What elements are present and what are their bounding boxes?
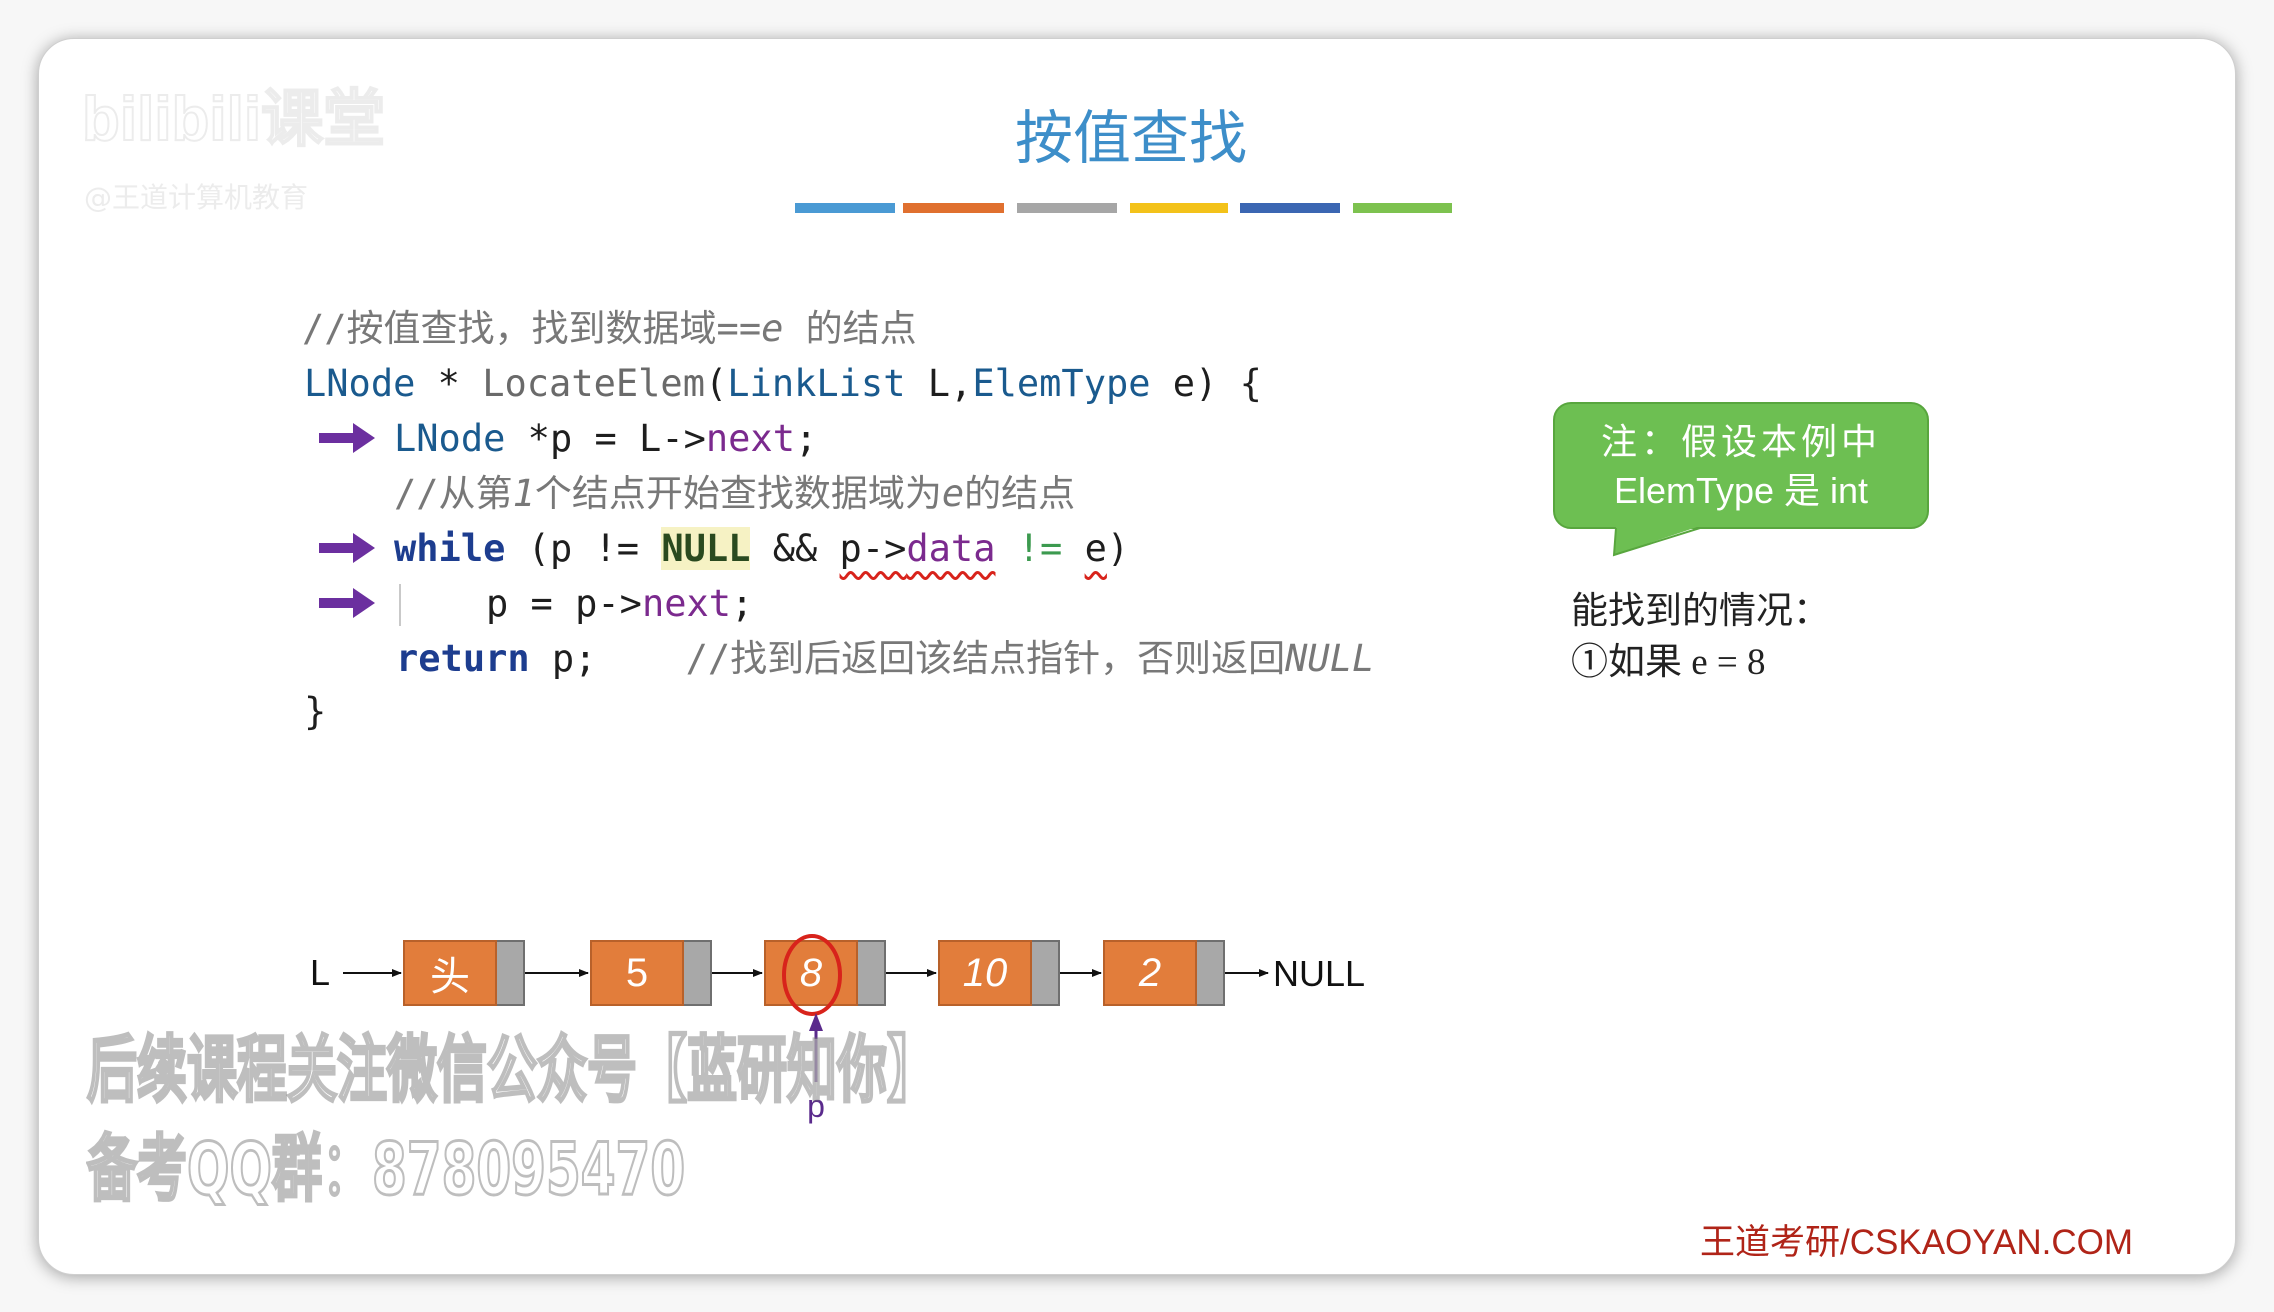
code-token-plain: e bbox=[1084, 527, 1107, 570]
node-next-field bbox=[684, 940, 712, 1006]
code-token-plain: ) bbox=[1106, 527, 1130, 570]
indent-guide bbox=[399, 584, 401, 626]
code-token-type: LNode bbox=[304, 362, 416, 405]
code-line: LNode * LocateElem(LinkList L,ElemType e… bbox=[304, 356, 1262, 411]
list-end-label: NULL bbox=[1273, 953, 1366, 994]
code-line: //从第1个结点开始查找数据域为e的结点 bbox=[394, 466, 1075, 521]
list-node: 头 bbox=[403, 940, 525, 1006]
code-token-plain: ; bbox=[794, 417, 818, 460]
title-bar-segment bbox=[1130, 203, 1228, 213]
code-token-comment: e bbox=[941, 472, 965, 515]
title-bar-segment bbox=[1353, 203, 1452, 213]
code-token-type: ElemType bbox=[972, 362, 1151, 405]
note-line-2: ElemType 是 int bbox=[1613, 470, 1869, 511]
code-line: //按值查找，找到数据域==e 的结点 bbox=[302, 301, 917, 356]
code-token-plain: ( bbox=[704, 362, 728, 405]
list-node: 2 bbox=[1103, 940, 1225, 1006]
node-value: 2 bbox=[1103, 940, 1197, 1006]
code-token-plain: } bbox=[304, 690, 327, 733]
slide-title: 按值查找 bbox=[1014, 104, 1247, 172]
overlay-watermark-line-2: 备考QQ群：878095470 bbox=[86, 1127, 686, 1212]
node-next-field bbox=[858, 940, 886, 1006]
title-bar-segment bbox=[903, 203, 1004, 213]
code-token-member: next bbox=[641, 582, 732, 625]
node-value: 8 bbox=[764, 940, 858, 1006]
code-token-comment: //按值查找，找到数据域== bbox=[302, 307, 762, 350]
code-token-member: next bbox=[705, 417, 795, 460]
code-line: while (p != NULL && p->data != e) bbox=[394, 521, 1129, 576]
code-token-plain: ; bbox=[731, 582, 754, 625]
code-token-keyword: while bbox=[394, 527, 506, 570]
code-token-plain: *p = L-> bbox=[505, 417, 706, 460]
code-line: LNode *p = L->next; bbox=[394, 411, 817, 466]
title-bar-segment bbox=[1017, 203, 1117, 213]
code-token-type: LinkList bbox=[727, 362, 906, 405]
code-token-keyword: return bbox=[396, 637, 530, 680]
node-next-field bbox=[497, 940, 525, 1006]
right-arrow-icon bbox=[319, 533, 375, 563]
code-token-comment: //从第 bbox=[394, 472, 513, 515]
code-token-null: NULL bbox=[661, 527, 751, 570]
code-line: } bbox=[304, 684, 326, 739]
code-token-comment: NULL bbox=[1285, 637, 1375, 680]
node-value: 10 bbox=[938, 940, 1032, 1006]
node-next-field bbox=[1032, 940, 1060, 1006]
title-bar-segment bbox=[795, 203, 895, 213]
code-token-plain: * bbox=[415, 362, 483, 405]
list-node: 8 bbox=[764, 940, 886, 1006]
list-node: 10 bbox=[938, 940, 1060, 1006]
note-line-1: 注：假设本例中 bbox=[1600, 421, 1881, 462]
footer-site: 王道考研/CSKAOYAN.COM bbox=[1700, 1223, 2134, 1262]
code-line: p = p->next; bbox=[486, 576, 753, 631]
node-value: 头 bbox=[403, 940, 497, 1006]
code-token-plain: L, bbox=[905, 362, 973, 405]
right-arrow-icon bbox=[319, 423, 375, 453]
note-bubble-tail bbox=[1612, 526, 1701, 557]
title-bar-segment bbox=[1240, 203, 1340, 213]
node-next-field bbox=[1197, 940, 1225, 1006]
code-token-plain: p-> bbox=[839, 527, 907, 570]
list-head-label: L bbox=[310, 952, 331, 993]
code-token-comment: //找到后返回该结点指针，否则返回 bbox=[685, 637, 1286, 680]
case-item: ①如果 e = 8 bbox=[1571, 642, 1766, 683]
note-bubble: 注：假设本例中 ElemType 是 int bbox=[1553, 402, 1929, 529]
code-token-type: LNode bbox=[394, 417, 506, 460]
cases-heading: 能找到的情况： bbox=[1571, 591, 1830, 632]
code-token-plain: e) { bbox=[1150, 362, 1262, 405]
code-token-plain: (p != bbox=[505, 527, 662, 570]
code-token-plain: && bbox=[750, 527, 840, 570]
bilibili-logo-watermark: bilibili课堂 bbox=[81, 84, 386, 155]
code-token-comment: 个结点开始查找数据域为 bbox=[534, 472, 942, 515]
right-arrow-icon bbox=[319, 588, 375, 618]
account-watermark: @王道计算机教育 bbox=[84, 181, 309, 214]
list-node: 5 bbox=[590, 940, 712, 1006]
code-token-operator: != bbox=[1017, 527, 1063, 570]
code-token-member: data bbox=[906, 527, 996, 570]
code-token-comment: 的结点 bbox=[964, 472, 1076, 515]
code-token-plain: p = p-> bbox=[486, 582, 642, 625]
node-value: 5 bbox=[590, 940, 684, 1006]
code-token-fn: LocateElem bbox=[482, 362, 705, 405]
code-token-plain: p; bbox=[529, 637, 686, 680]
overlay-watermark-line-1: 后续课程关注微信公众号【蓝研知你】 bbox=[86, 1028, 938, 1113]
code-token-comment: e bbox=[761, 307, 784, 350]
code-token-comment: 的结点 bbox=[783, 307, 917, 350]
code-line: return p; //找到后返回该结点指针，否则返回NULL bbox=[396, 631, 1374, 686]
code-token-comment: 1 bbox=[512, 472, 535, 515]
